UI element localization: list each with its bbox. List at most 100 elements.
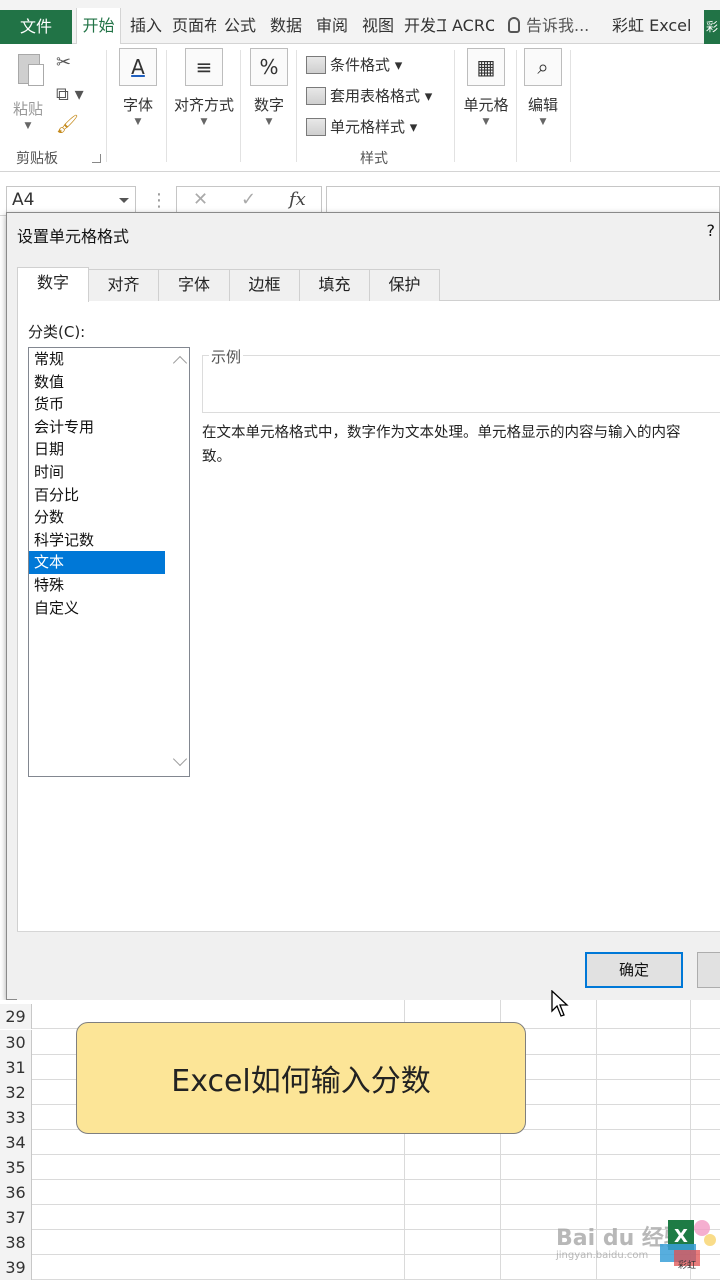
tab-file[interactable]: 文件	[0, 10, 72, 44]
chevron-down-icon[interactable]	[119, 198, 129, 208]
row-header[interactable]: 39	[0, 1255, 32, 1280]
formula-input[interactable]	[326, 186, 720, 214]
search-icon: ⌕	[524, 48, 562, 86]
chevron-down-icon: ▼	[482, 117, 490, 127]
tab-border[interactable]: 边框	[229, 269, 300, 301]
cancel-x-icon[interactable]: ✕	[193, 189, 208, 210]
group-label-clipboard: 剪贴板	[16, 151, 58, 167]
category-item[interactable]: 百分比	[29, 484, 165, 507]
row-header[interactable]: 35	[0, 1155, 32, 1180]
group-label-styles: 样式	[360, 151, 388, 167]
tab-data[interactable]: 数据	[266, 8, 306, 44]
insert-function-icon[interactable]: fx	[289, 189, 306, 210]
tab-fill[interactable]: 填充	[299, 269, 370, 301]
row-header[interactable]: 31	[0, 1055, 32, 1080]
ribbon-home-panel: 粘贴 ▼ ✂ ⧉ ▾ 🖌 剪贴板 A 字体 ▼ ≡ 对齐方式 ▼ % 数字 ▼ …	[0, 44, 720, 172]
copy-button[interactable]: ⧉ ▾	[56, 84, 96, 108]
tab-page-layout[interactable]: 页面布	[172, 8, 216, 44]
category-item[interactable]: 常规	[29, 348, 165, 371]
sample-box: 示例	[202, 346, 720, 413]
conditional-formatting-button[interactable]: 条件格式 ▾	[306, 52, 402, 78]
editing-label: 编辑	[527, 96, 558, 114]
alignment-button[interactable]: ≡ 对齐方式 ▼	[170, 48, 238, 127]
cell-styles-button[interactable]: 单元格样式 ▾	[306, 114, 417, 140]
paste-button[interactable]: 粘贴 ▼	[8, 48, 48, 131]
percent-icon: %	[250, 48, 288, 86]
sample-label: 示例	[209, 346, 244, 367]
cut-button[interactable]: ✂	[56, 52, 96, 76]
row-header[interactable]: 38	[0, 1230, 32, 1255]
format-as-table-button[interactable]: 套用表格格式 ▾	[306, 83, 432, 109]
category-item[interactable]: 科学记数	[29, 529, 165, 552]
table-row: 35	[0, 1155, 720, 1180]
chevron-down-icon: ▼	[539, 117, 547, 127]
user-avatar[interactable]: 彩	[704, 10, 720, 44]
more-dots-icon[interactable]: ⋮	[150, 190, 168, 211]
baidu-watermark: Bai du 经验 jingyan.baidu.com X 彩虹	[556, 1214, 720, 1274]
editing-button[interactable]: ⌕ 编辑 ▼	[522, 48, 564, 127]
category-item[interactable]: 货币	[29, 393, 165, 416]
font-label: 字体	[122, 96, 153, 114]
category-item[interactable]: 自定义	[29, 597, 165, 620]
paste-icon	[10, 48, 46, 90]
scroll-down-icon[interactable]	[172, 751, 188, 767]
watermark-url: jingyan.baidu.com	[556, 1250, 649, 1261]
tab-formulas[interactable]: 公式	[220, 8, 260, 44]
tab-font[interactable]: 字体	[158, 269, 230, 301]
format-painter-button[interactable]: 🖌	[56, 114, 96, 138]
category-item[interactable]: 分数	[29, 506, 165, 529]
paste-label: 粘贴	[12, 100, 43, 118]
font-button[interactable]: A 字体 ▼	[116, 48, 160, 127]
category-item[interactable]: 特殊	[29, 574, 165, 597]
category-item[interactable]: 数值	[29, 371, 165, 394]
video-caption: Excel如何输入分数	[76, 1022, 526, 1134]
tab-insert[interactable]: 插入	[126, 8, 166, 44]
category-item-selected[interactable]: 文本	[29, 551, 165, 574]
enter-check-icon[interactable]: ✓	[241, 189, 256, 210]
chevron-down-icon: ▼	[24, 121, 32, 131]
tell-me-text: 告诉我...	[526, 16, 590, 35]
tab-home[interactable]: 开始	[76, 8, 121, 45]
tab-protection[interactable]: 保护	[369, 269, 440, 301]
scissors-icon: ✂	[56, 52, 72, 73]
help-button[interactable]: ?	[707, 221, 716, 240]
copy-icon: ⧉ ▾	[56, 84, 84, 105]
cell-styles-label: 单元格样式	[330, 118, 406, 136]
row-header[interactable]: 29	[0, 1004, 32, 1029]
description-line: 致。	[202, 449, 231, 465]
row-header[interactable]: 30	[0, 1030, 32, 1055]
tab-acrobat[interactable]: ACROBAT	[452, 8, 494, 44]
tab-developer[interactable]: 开发工	[404, 8, 446, 44]
number-button[interactable]: % 数字 ▼	[248, 48, 290, 127]
cell-styles-icon	[306, 118, 326, 136]
dialog-launcher-icon[interactable]	[92, 154, 101, 163]
category-item[interactable]: 会计专用	[29, 416, 165, 439]
cells-button[interactable]: ▦ 单元格 ▼	[460, 48, 512, 127]
row-header[interactable]: 34	[0, 1130, 32, 1155]
tab-alignment[interactable]: 对齐	[88, 269, 159, 301]
category-item[interactable]: 时间	[29, 461, 165, 484]
name-box-value: A4	[12, 190, 35, 210]
category-item[interactable]: 日期	[29, 438, 165, 461]
ribbon-tab-bar: 文件 开始 插入 页面布 公式 数据 审阅 视图 开发工 ACROBAT 告诉我…	[0, 0, 720, 45]
tab-view[interactable]: 视图	[358, 8, 398, 44]
number-label: 数字	[253, 96, 284, 114]
chevron-down-icon: ▼	[265, 117, 273, 127]
category-label: 分类(C):	[28, 323, 86, 341]
tab-number[interactable]: 数字	[17, 267, 89, 302]
row-header[interactable]: 32	[0, 1080, 32, 1105]
category-description: 在文本单元格格式中，数字作为文本处理。单元格显示的内容与输入的内容 致。	[202, 421, 720, 469]
table-icon	[306, 87, 326, 105]
category-list[interactable]: 常规 数值 货币 会计专用 日期 时间 百分比 分数 科学记数 文本 特殊 自定…	[28, 347, 190, 777]
row-header[interactable]: 36	[0, 1180, 32, 1205]
scroll-up-icon[interactable]	[172, 355, 188, 371]
lightbulb-icon	[508, 17, 520, 33]
row-header[interactable]: 33	[0, 1105, 32, 1130]
tell-me-search[interactable]: 告诉我...	[508, 8, 589, 44]
name-box[interactable]: A4	[6, 186, 136, 214]
tab-review[interactable]: 审阅	[312, 8, 352, 44]
cancel-button[interactable]	[697, 952, 720, 988]
ok-button[interactable]: 确定	[585, 952, 683, 988]
excel-logo-icon: X 彩虹	[660, 1220, 716, 1271]
row-header[interactable]: 37	[0, 1205, 32, 1230]
